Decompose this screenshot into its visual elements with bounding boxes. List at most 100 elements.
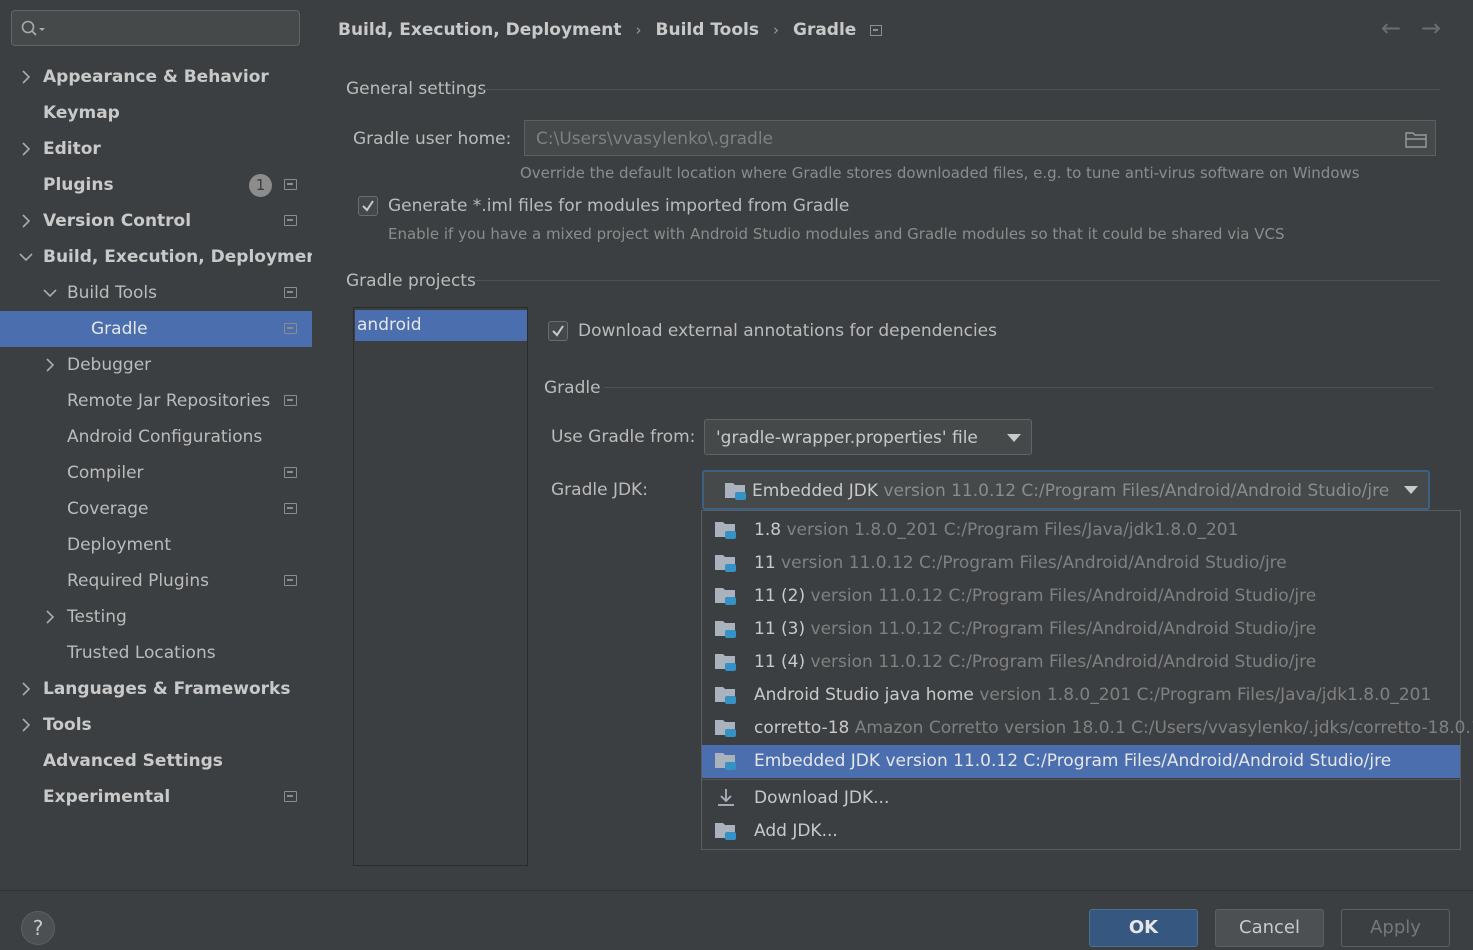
- jdk-option[interactable]: 1.8 version 1.8.0_201 C:/Program Files/J…: [702, 514, 1460, 547]
- sidebar-item-remote-jar-repositories[interactable]: Remote Jar Repositories: [0, 383, 312, 419]
- jdk-option-detail: version 11.0.12 C:/Program Files/Android…: [810, 652, 1317, 672]
- sidebar-item-label: Tools: [43, 715, 92, 735]
- use-gradle-from-select[interactable]: 'gradle-wrapper.properties' file: [704, 419, 1032, 455]
- list-item[interactable]: android: [355, 310, 527, 341]
- chevron-right-icon[interactable]: [19, 707, 33, 743]
- sidebar-item-build-tools[interactable]: Build Tools: [0, 275, 312, 311]
- jdk-option[interactable]: 11 (3) version 11.0.12 C:/Program Files/…: [702, 613, 1460, 646]
- jdk-folder-icon: [715, 588, 736, 605]
- sidebar-item-appearance[interactable]: Appearance & Behavior: [0, 59, 312, 95]
- sidebar-item-gradle[interactable]: Gradle: [0, 311, 312, 347]
- sidebar-item-label: Build, Execution, Deployment: [43, 247, 327, 267]
- jdk-option-name: 1.8: [754, 520, 782, 540]
- jdk-option-detail: Amazon Corretto version 18.0.1 C:/Users/…: [854, 718, 1473, 738]
- jdk-folder-icon: [725, 483, 746, 500]
- download-jdk-label: Download JDK...: [754, 788, 890, 808]
- dropdown-arrow-icon: [1007, 434, 1021, 442]
- sidebar-item-plugins[interactable]: Plugins 1: [0, 167, 312, 203]
- gradle-projects-list[interactable]: android: [353, 307, 528, 866]
- jdk-option[interactable]: 11 version 11.0.12 C:/Program Files/Andr…: [702, 547, 1460, 580]
- help-button[interactable]: ?: [21, 911, 55, 945]
- back-arrow-icon[interactable]: ←: [1381, 14, 1401, 42]
- download-jdk-option[interactable]: Download JDK...: [702, 782, 1460, 815]
- project-settings-icon: [284, 179, 297, 190]
- gradle-jdk-dropdown: 1.8 version 1.8.0_201 C:/Program Files/J…: [701, 510, 1473, 850]
- jdk-option[interactable]: corretto-18 Amazon Corretto version 18.0…: [702, 712, 1473, 745]
- use-gradle-from-value: 'gradle-wrapper.properties' file: [716, 428, 978, 448]
- jdk-option-detail: version 11.0.12 C:/Program Files/Android…: [885, 751, 1392, 771]
- chevron-right-icon[interactable]: [19, 131, 33, 167]
- sidebar-item-android-configurations[interactable]: Android Configurations: [0, 419, 312, 455]
- gradle-projects-title: Gradle projects: [346, 271, 476, 291]
- download-annotations-checkbox[interactable]: [548, 321, 568, 341]
- sidebar-item-tools[interactable]: Tools: [0, 707, 312, 743]
- divider: [482, 89, 1440, 90]
- sidebar-item-label: Deployment: [67, 535, 171, 555]
- jdk-option-selected[interactable]: Embedded JDK version 11.0.12 C:/Program …: [702, 745, 1460, 778]
- gradle-jdk-name: Embedded JDK: [752, 481, 879, 501]
- sidebar-item-label: Build Tools: [67, 283, 157, 303]
- jdk-folder-icon: [715, 687, 736, 704]
- breadcrumb-item[interactable]: Build, Execution, Deployment: [338, 20, 622, 40]
- sidebar-item-editor[interactable]: Editor: [0, 131, 312, 167]
- apply-button[interactable]: Apply: [1341, 909, 1450, 947]
- sidebar-item-build-execution-deployment[interactable]: Build, Execution, Deployment: [0, 239, 327, 275]
- project-settings-icon: [284, 287, 297, 298]
- sidebar-item-keymap[interactable]: Keymap: [0, 95, 312, 131]
- gradle-jdk-select[interactable]: Embedded JDK version 11.0.12 C:/Program …: [702, 470, 1430, 510]
- chevron-right-icon[interactable]: [19, 59, 33, 95]
- gradle-jdk-detail: version 11.0.12 C:/Program Files/Android…: [883, 481, 1390, 501]
- sidebar-item-label: Editor: [43, 139, 101, 159]
- sidebar-item-required-plugins[interactable]: Required Plugins: [0, 563, 312, 599]
- dialog-footer: ? OK Cancel Apply: [0, 890, 1473, 950]
- sidebar-item-label: Testing: [67, 607, 127, 627]
- jdk-folder-icon: [715, 753, 736, 770]
- sidebar-item-trusted-locations[interactable]: Trusted Locations: [0, 635, 312, 671]
- search-input[interactable]: [11, 10, 300, 46]
- gradle-user-home-field[interactable]: C:\Users\vvasylenko\.gradle: [524, 120, 1436, 156]
- settings-sidebar: Appearance & Behavior Keymap Editor Plug…: [0, 0, 327, 890]
- divider: [604, 387, 1433, 388]
- project-settings-icon: [284, 467, 297, 478]
- divider: [702, 779, 1460, 780]
- chevron-right-icon[interactable]: [43, 347, 57, 383]
- jdk-option-name: 11 (2): [754, 586, 806, 606]
- jdk-option-name: 11 (3): [754, 619, 806, 639]
- jdk-option[interactable]: 11 (4) version 11.0.12 C:/Program Files/…: [702, 646, 1460, 679]
- generate-iml-checkbox[interactable]: [358, 196, 378, 216]
- sidebar-item-version-control[interactable]: Version Control: [0, 203, 312, 239]
- forward-arrow-icon[interactable]: →: [1421, 14, 1441, 42]
- breadcrumb-item[interactable]: Build Tools: [656, 20, 759, 40]
- project-settings-icon: [284, 503, 297, 514]
- sidebar-item-label: Appearance & Behavior: [43, 67, 269, 87]
- jdk-option-detail: version 11.0.12 C:/Program Files/Android…: [810, 586, 1317, 606]
- gradle-user-home-hint: Override the default location where Grad…: [520, 164, 1360, 182]
- chevron-down-icon[interactable]: [19, 239, 33, 275]
- sidebar-item-coverage[interactable]: Coverage: [0, 491, 312, 527]
- jdk-option-detail: version 1.8.0_201 C:/Program Files/Java/…: [786, 520, 1239, 540]
- jdk-option-detail: version 11.0.12 C:/Program Files/Android…: [810, 619, 1317, 639]
- sidebar-item-advanced-settings[interactable]: Advanced Settings: [0, 743, 312, 779]
- sidebar-item-compiler[interactable]: Compiler: [0, 455, 312, 491]
- sidebar-item-label: Coverage: [67, 499, 149, 519]
- gradle-user-home-value: C:\Users\vvasylenko\.gradle: [536, 129, 774, 149]
- chevron-down-icon[interactable]: [43, 275, 57, 311]
- sidebar-item-testing[interactable]: Testing: [0, 599, 312, 635]
- jdk-option[interactable]: 11 (2) version 11.0.12 C:/Program Files/…: [702, 580, 1460, 613]
- chevron-right-icon[interactable]: [19, 203, 33, 239]
- breadcrumb-item-current: Gradle: [792, 20, 857, 40]
- jdk-option[interactable]: Android Studio java home version 1.8.0_2…: [702, 679, 1460, 712]
- sidebar-item-languages-frameworks[interactable]: Languages & Frameworks: [0, 671, 312, 707]
- sidebar-item-deployment[interactable]: Deployment: [0, 527, 312, 563]
- sidebar-item-experimental[interactable]: Experimental: [0, 779, 312, 815]
- chevron-right-icon[interactable]: [43, 599, 57, 635]
- ok-button[interactable]: OK: [1089, 909, 1198, 947]
- chevron-right-icon[interactable]: [19, 671, 33, 707]
- jdk-option-detail: version 11.0.12 C:/Program Files/Android…: [781, 553, 1287, 573]
- sidebar-item-debugger[interactable]: Debugger: [0, 347, 312, 383]
- add-jdk-option[interactable]: Add JDK...: [702, 815, 1460, 848]
- cancel-button[interactable]: Cancel: [1215, 909, 1324, 947]
- project-settings-icon: [284, 323, 297, 334]
- browse-folder-icon[interactable]: [1405, 130, 1427, 148]
- gradle-section-title: Gradle: [544, 378, 601, 398]
